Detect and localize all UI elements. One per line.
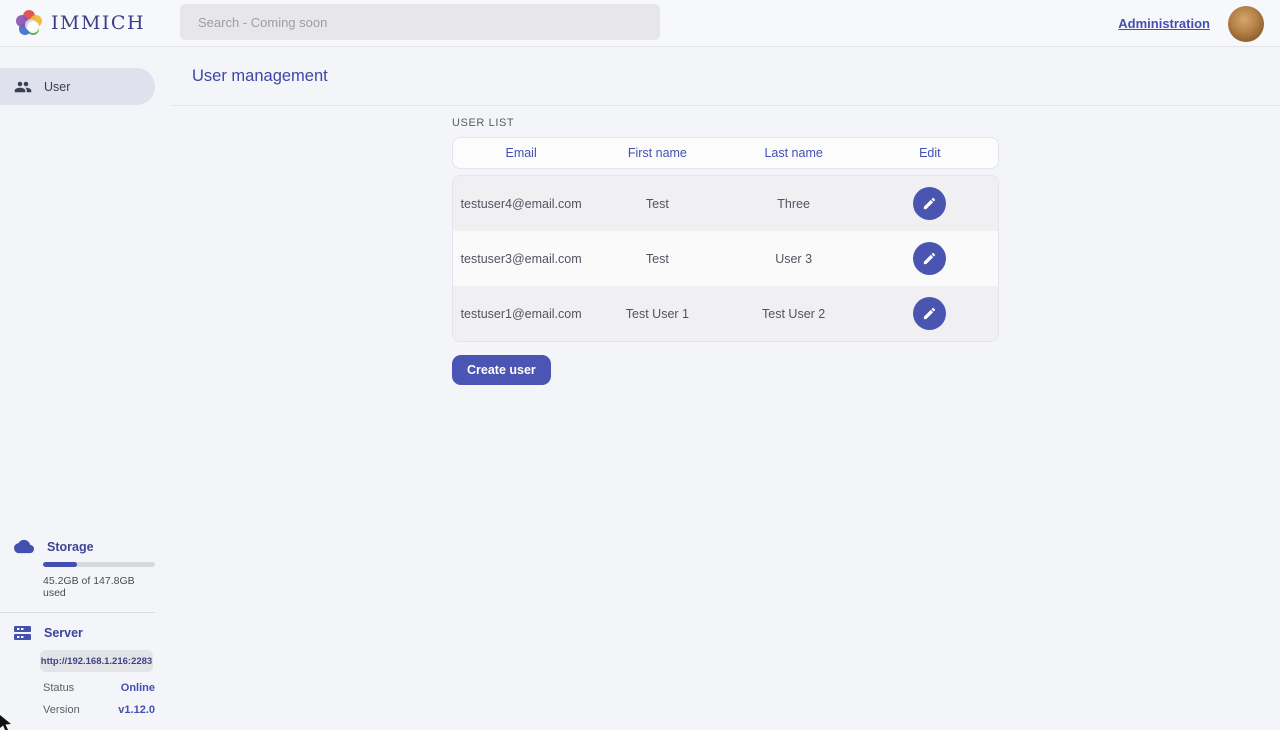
create-user-button[interactable]: Create user [452, 355, 551, 385]
server-status-row: Status Online [43, 682, 155, 694]
search-input[interactable] [180, 4, 660, 40]
version-label: Version [43, 704, 80, 716]
edit-user-button[interactable] [913, 242, 946, 275]
immich-flower-icon [16, 10, 42, 36]
table-row: testuser3@email.comTestUser 3 [453, 231, 998, 286]
top-bar: IMMICH Administration [0, 0, 1280, 47]
mouse-cursor [0, 715, 12, 730]
server-version-row: Version v1.12.0 [43, 704, 155, 716]
cell-last-name: Three [726, 197, 862, 211]
sidebar-item-user[interactable]: User [0, 68, 155, 105]
storage-progress-fill [43, 562, 77, 567]
sidebar: User Storage 45.2GB of 147.8GB used [0, 47, 155, 730]
server-url-badge: http://192.168.1.216:2283 [40, 650, 153, 672]
user-table-header: EmailFirst nameLast nameEdit [452, 137, 999, 169]
people-icon [14, 78, 32, 96]
cell-edit [862, 242, 998, 275]
user-table-body: testuser4@email.comTestThreetestuser3@em… [452, 175, 999, 342]
storage-progress-bar [43, 562, 155, 567]
column-header-first-name: First name [589, 146, 725, 160]
administration-link[interactable]: Administration [1118, 16, 1210, 31]
sidebar-item-label: User [44, 80, 70, 94]
cell-email: testuser3@email.com [453, 252, 589, 266]
cell-edit [862, 297, 998, 330]
app-title: IMMICH [51, 12, 145, 34]
cloud-icon [14, 539, 34, 554]
pencil-icon [922, 196, 937, 211]
table-row: testuser1@email.comTest User 1Test User … [453, 286, 998, 341]
cell-first-name: Test [589, 197, 725, 211]
status-label: Status [43, 682, 74, 694]
cell-email: testuser1@email.com [453, 307, 589, 321]
edit-user-button[interactable] [913, 187, 946, 220]
table-row: testuser4@email.comTestThree [453, 176, 998, 231]
cell-last-name: User 3 [726, 252, 862, 266]
storage-usage-text: 45.2GB of 147.8GB used [43, 575, 155, 599]
cell-first-name: Test [589, 252, 725, 266]
cell-first-name: Test User 1 [589, 307, 725, 321]
status-value: Online [121, 682, 155, 694]
server-icon [14, 625, 31, 641]
column-header-edit: Edit [862, 146, 998, 160]
main-content: User management USER LIST EmailFirst nam… [155, 47, 1280, 730]
page-title: User management [192, 67, 328, 86]
cell-last-name: Test User 2 [726, 307, 862, 321]
user-avatar[interactable] [1228, 6, 1264, 42]
pencil-icon [922, 251, 937, 266]
cell-edit [862, 187, 998, 220]
page-title-bar: User management [171, 47, 1280, 106]
app-logo[interactable]: IMMICH [16, 10, 145, 36]
storage-title: Storage [47, 540, 94, 554]
edit-user-button[interactable] [913, 297, 946, 330]
server-title: Server [44, 626, 83, 640]
sidebar-divider [0, 612, 155, 613]
version-value: v1.12.0 [118, 704, 155, 716]
server-url: http://192.168.1.216:2283 [41, 656, 152, 667]
column-header-email: Email [453, 146, 589, 160]
column-header-last-name: Last name [726, 146, 862, 160]
pencil-icon [922, 306, 937, 321]
section-title: USER LIST [452, 117, 999, 129]
cell-email: testuser4@email.com [453, 197, 589, 211]
